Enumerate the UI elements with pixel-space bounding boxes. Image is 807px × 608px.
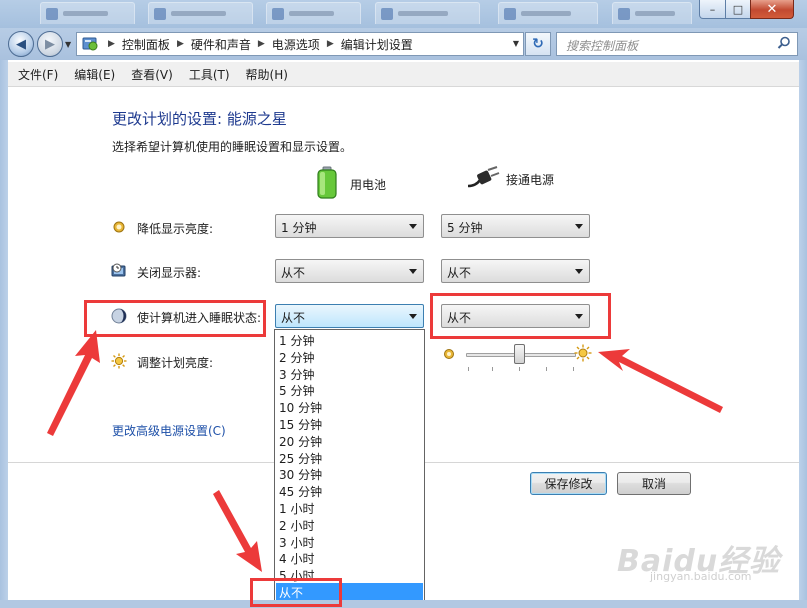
- address-bar[interactable]: ▶ 控制面板 ▶ 硬件和声音 ▶ 电源选项 ▶ 编辑计划设置 ▼: [76, 32, 524, 56]
- turn-off-display-plugged-value: 从不: [447, 266, 472, 280]
- dim-display-label: 降低显示亮度:: [137, 222, 214, 236]
- search-input[interactable]: 搜索控制面板: [556, 32, 798, 56]
- column-label-battery: 用电池: [350, 178, 387, 192]
- recent-pages-dropdown[interactable]: ▼: [65, 40, 71, 49]
- sleep-battery-options-list[interactable]: 1 分钟 2 分钟 3 分钟 5 分钟 10 分钟 15 分钟 20 分钟 25 分钟 30 分…: [274, 329, 425, 604]
- breadcrumb-control-panel[interactable]: 控制面板: [122, 36, 170, 53]
- sleep-option[interactable]: 10 分钟: [276, 398, 423, 415]
- sleep-option[interactable]: 15 分钟: [276, 415, 423, 432]
- sleep-option[interactable]: 1 小时: [276, 499, 423, 516]
- page-subtitle: 选择希望计算机使用的睡眠设置和显示设置。: [112, 140, 353, 154]
- close-button[interactable]: ✕: [750, 0, 794, 19]
- brightness-low-icon: [443, 348, 455, 363]
- sleep-battery-value: 从不: [281, 311, 306, 325]
- menu-file[interactable]: 文件(F): [18, 66, 58, 83]
- menu-tools[interactable]: 工具(T): [189, 66, 230, 83]
- sleep-option[interactable]: 25 分钟: [276, 449, 423, 466]
- sleep-option[interactable]: 3 分钟: [276, 365, 423, 382]
- sleep-battery-select[interactable]: 从不: [275, 304, 424, 328]
- slider-tick: [519, 367, 520, 371]
- menu-bar: 文件(F) 编辑(E) 查看(V) 工具(T) 帮助(H): [8, 62, 799, 87]
- window-border-right: [799, 60, 807, 608]
- breadcrumb-power-options[interactable]: 电源选项: [272, 36, 320, 53]
- column-header-battery: 用电池: [316, 166, 386, 203]
- window-border-left: [0, 60, 8, 608]
- menu-view[interactable]: 查看(V): [131, 66, 173, 83]
- dim-display-battery-select[interactable]: 1 分钟: [275, 214, 424, 238]
- control-panel-icon: [79, 33, 101, 55]
- dim-display-plugged-value: 5 分钟: [447, 221, 483, 235]
- save-changes-button[interactable]: 保存修改: [530, 472, 607, 495]
- slider-tick: [468, 367, 469, 371]
- dim-display-plugged-select[interactable]: 5 分钟: [441, 214, 590, 238]
- background-tab[interactable]: [40, 2, 135, 24]
- turn-off-display-battery-select[interactable]: 从不: [275, 259, 424, 283]
- brightness-high-icon: [574, 344, 592, 365]
- annotation-box-plugged-select: [430, 293, 611, 339]
- navigation-bar: ◀ ▶ ▼ ▶ 控制面板 ▶ 硬件和声音 ▶ 电源选项 ▶ 编辑计划设置 ▼ ↻…: [0, 28, 807, 60]
- monitor-clock-icon: [111, 263, 127, 279]
- sleep-option[interactable]: 20 分钟: [276, 432, 423, 449]
- brightness-slider-thumb[interactable]: [514, 344, 525, 364]
- sleep-option[interactable]: 30 分钟: [276, 465, 423, 482]
- slider-tick: [546, 367, 547, 371]
- back-button[interactable]: ◀: [8, 31, 34, 57]
- dim-display-battery-value: 1 分钟: [281, 221, 317, 235]
- forward-button[interactable]: ▶: [37, 31, 63, 57]
- background-tab[interactable]: [148, 2, 253, 24]
- background-tab[interactable]: [266, 2, 361, 24]
- background-tab[interactable]: [498, 2, 598, 24]
- turn-off-display-plugged-select[interactable]: 从不: [441, 259, 590, 283]
- turn-off-display-battery-value: 从不: [281, 266, 306, 280]
- control-panel-window: – □ ✕ ◀ ▶ ▼ ▶ 控制面板 ▶ 硬件和声音 ▶ 电源选项 ▶ 编辑计划…: [0, 0, 807, 608]
- background-tab[interactable]: [612, 2, 692, 24]
- slider-tick: [492, 367, 493, 371]
- menu-help[interactable]: 帮助(H): [246, 66, 288, 83]
- breadcrumb-edit-plan[interactable]: 编辑计划设置: [341, 36, 413, 53]
- sleep-option[interactable]: 3 小时: [276, 533, 423, 550]
- menu-edit[interactable]: 编辑(E): [74, 66, 115, 83]
- title-bar: – □ ✕: [0, 0, 807, 28]
- column-label-plugged-in: 接通电源: [506, 173, 555, 187]
- breadcrumb-separator-icon[interactable]: ▶: [327, 39, 334, 49]
- battery-icon: [316, 166, 338, 203]
- minimize-button[interactable]: –: [699, 0, 726, 19]
- maximize-button[interactable]: □: [725, 0, 751, 19]
- cancel-button[interactable]: 取消: [617, 472, 691, 495]
- search-placeholder: 搜索控制面板: [566, 39, 639, 53]
- sleep-option[interactable]: 5 分钟: [276, 381, 423, 398]
- breadcrumb-separator-icon[interactable]: ▶: [177, 39, 184, 49]
- power-plug-icon: [466, 166, 500, 193]
- sleep-option[interactable]: 2 小时: [276, 516, 423, 533]
- breadcrumb-separator-icon[interactable]: ▶: [258, 39, 265, 49]
- brightness-sun-icon: [111, 353, 127, 369]
- slider-tick: [573, 367, 574, 371]
- brightness-label: 调整计划亮度:: [137, 356, 214, 370]
- window-border-bottom: [0, 600, 807, 608]
- sleep-option[interactable]: 1 分钟: [276, 331, 423, 348]
- sleep-option[interactable]: 45 分钟: [276, 482, 423, 499]
- breadcrumb-separator-icon[interactable]: ▶: [108, 39, 115, 49]
- refresh-button[interactable]: ↻: [525, 32, 551, 56]
- sleep-option[interactable]: 2 分钟: [276, 348, 423, 365]
- background-tab[interactable]: [375, 2, 480, 24]
- search-icon[interactable]: [777, 36, 791, 53]
- page-title: 更改计划的设置: 能源之星: [112, 110, 287, 128]
- annotation-box-never-option: [250, 578, 342, 607]
- address-history-dropdown[interactable]: ▼: [513, 39, 519, 48]
- advanced-power-settings-link[interactable]: 更改高级电源设置(C): [112, 422, 226, 439]
- sleep-option[interactable]: 4 小时: [276, 549, 423, 566]
- annotation-box-sleep-label: [84, 300, 266, 337]
- watermark-url: jingyan.baidu.com: [650, 570, 752, 583]
- dim-brightness-icon: [111, 219, 127, 235]
- breadcrumb-hardware-sound[interactable]: 硬件和声音: [191, 36, 251, 53]
- column-header-plugged-in: 接通电源: [466, 166, 554, 193]
- turn-off-display-label: 关闭显示器:: [137, 266, 202, 280]
